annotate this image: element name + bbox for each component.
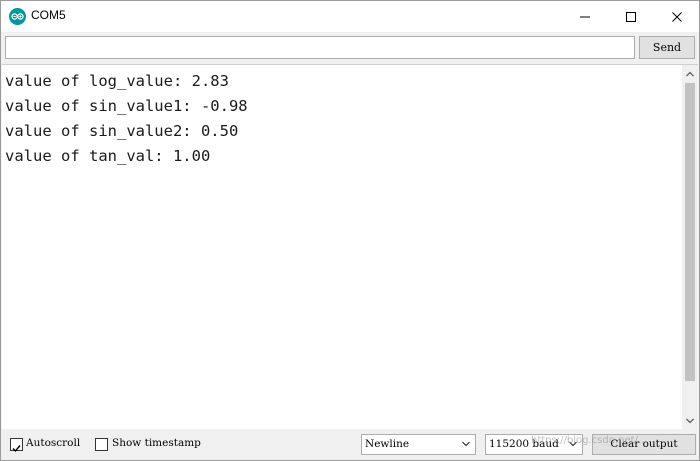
timestamp-checkbox[interactable] bbox=[95, 438, 108, 451]
output-line: value of log_value: 2.83 bbox=[5, 72, 229, 90]
autoscroll-label[interactable]: Autoscroll bbox=[26, 437, 80, 449]
serial-monitor-window: COM5 Send value of log_value: 2.83 value… bbox=[0, 0, 700, 461]
close-icon bbox=[672, 12, 682, 22]
output-lines: value of log_value: 2.83 value of sin_va… bbox=[5, 69, 675, 169]
line-ending-value: Newline bbox=[365, 438, 410, 450]
output-line: value of sin_value1: -0.98 bbox=[5, 97, 248, 115]
watermark: https://blog.csdn.net/... bbox=[531, 435, 648, 446]
output-line: value of tan_val: 1.00 bbox=[5, 147, 211, 165]
scrollbar-thumb[interactable] bbox=[685, 83, 695, 381]
scroll-down-icon[interactable] bbox=[682, 414, 698, 428]
autoscroll-checkbox[interactable] bbox=[10, 438, 23, 453]
arduino-icon bbox=[9, 8, 26, 25]
minimize-icon bbox=[580, 16, 590, 18]
serial-output[interactable]: value of log_value: 2.83 value of sin_va… bbox=[2, 64, 698, 430]
close-button[interactable] bbox=[654, 1, 700, 32]
send-button[interactable]: Send bbox=[639, 36, 695, 59]
line-ending-select[interactable]: Newline bbox=[361, 434, 476, 455]
title-bar: COM5 bbox=[1, 1, 699, 32]
maximize-icon bbox=[626, 12, 636, 22]
maximize-button[interactable] bbox=[608, 1, 654, 32]
chevron-down-icon bbox=[462, 441, 470, 447]
checkmark-icon bbox=[12, 445, 21, 453]
vertical-scrollbar[interactable] bbox=[682, 65, 698, 430]
scroll-up-icon[interactable] bbox=[682, 67, 698, 81]
output-line: value of sin_value2: 0.50 bbox=[5, 122, 239, 140]
window-title: COM5 bbox=[31, 8, 66, 22]
send-input[interactable] bbox=[5, 36, 635, 59]
timestamp-label[interactable]: Show timestamp bbox=[112, 437, 201, 449]
minimize-button[interactable] bbox=[562, 1, 608, 32]
